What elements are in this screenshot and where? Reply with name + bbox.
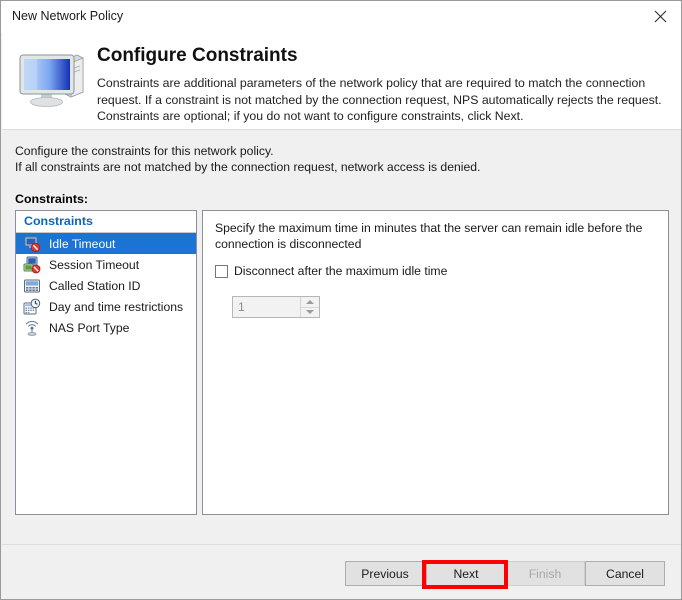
computer-monitor-icon bbox=[15, 47, 91, 113]
previous-button[interactable]: Previous bbox=[345, 561, 425, 586]
constraint-detail-panel: Specify the maximum time in minutes that… bbox=[202, 210, 669, 515]
list-item-session-timeout[interactable]: Session Timeout bbox=[16, 254, 196, 275]
window-title: New Network Policy bbox=[12, 9, 123, 23]
intro-text-line-2: If all constraints are not matched by th… bbox=[15, 160, 480, 174]
page-description: Constraints are additional parameters of… bbox=[97, 75, 675, 125]
computer-monitor-glyph bbox=[15, 47, 91, 113]
new-network-policy-dialog: New Network Policy bbox=[0, 0, 682, 600]
nas-port-type-icon bbox=[23, 319, 41, 337]
constraints-list-header-label: Constraints bbox=[24, 214, 93, 228]
cancel-button[interactable]: Cancel bbox=[585, 561, 665, 586]
spinner-down-arrow bbox=[306, 310, 314, 314]
list-item-label: Day and time restrictions bbox=[49, 300, 183, 314]
close-glyph bbox=[654, 10, 667, 23]
disconnect-checkbox[interactable] bbox=[215, 265, 228, 278]
spinner-down-icon[interactable] bbox=[301, 308, 319, 318]
session-timeout-icon bbox=[23, 256, 41, 274]
idle-timeout-icon bbox=[23, 235, 41, 253]
detail-description: Specify the maximum time in minutes that… bbox=[215, 220, 647, 252]
constraints-list-header: Constraints bbox=[16, 211, 196, 233]
finish-button: Finish bbox=[505, 561, 585, 586]
dialog-footer: Previous Next Finish Cancel bbox=[2, 545, 682, 600]
list-item-label: Session Timeout bbox=[49, 258, 139, 272]
idle-timeout-glyph bbox=[23, 235, 41, 253]
constraints-list-panel: Constraints Idle Timeout bbox=[15, 210, 197, 515]
intro-text-line-1: Configure the constraints for this netwo… bbox=[15, 144, 274, 158]
dialog-body: Configure the constraints for this netwo… bbox=[2, 130, 682, 544]
list-item-label: Idle Timeout bbox=[49, 237, 115, 251]
idle-time-stepper[interactable]: 1 bbox=[232, 296, 320, 318]
title-bar: New Network Policy bbox=[1, 1, 682, 33]
day-and-time-restrictions-glyph bbox=[23, 298, 41, 316]
list-item-idle-timeout[interactable]: Idle Timeout bbox=[16, 233, 196, 254]
list-item-nas-port-type[interactable]: NAS Port Type bbox=[16, 317, 196, 338]
page-title: Configure Constraints bbox=[97, 45, 298, 67]
disconnect-checkbox-label: Disconnect after the maximum idle time bbox=[234, 264, 447, 278]
day-and-time-restrictions-icon bbox=[23, 298, 41, 316]
list-item-label: Called Station ID bbox=[49, 279, 140, 293]
header-banner: Configure Constraints Constraints are ad… bbox=[2, 33, 682, 129]
list-item-day-and-time-restrictions[interactable]: Day and time restrictions bbox=[16, 296, 196, 317]
close-icon[interactable] bbox=[637, 1, 682, 32]
disconnect-after-max-idle-time-row[interactable]: Disconnect after the maximum idle time bbox=[215, 264, 447, 278]
session-timeout-glyph bbox=[23, 256, 41, 274]
nas-port-type-glyph bbox=[23, 319, 41, 337]
called-station-id-glyph bbox=[23, 277, 41, 295]
spinner-up-arrow bbox=[306, 300, 314, 304]
list-item-label: NAS Port Type bbox=[49, 321, 129, 335]
spinner-up-icon[interactable] bbox=[301, 297, 319, 308]
idle-time-stepper-buttons bbox=[300, 297, 319, 317]
next-button[interactable]: Next bbox=[426, 561, 506, 586]
idle-time-value[interactable]: 1 bbox=[233, 297, 300, 317]
constraints-section-label: Constraints: bbox=[15, 192, 88, 206]
called-station-id-icon bbox=[23, 277, 41, 295]
list-item-called-station-id[interactable]: Called Station ID bbox=[16, 275, 196, 296]
